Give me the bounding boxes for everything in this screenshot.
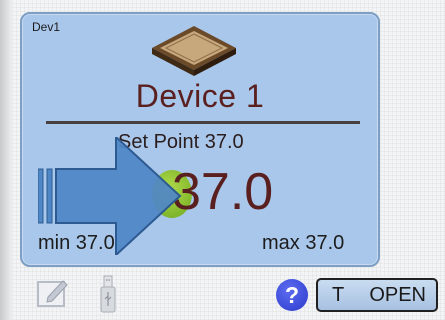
edit-icon[interactable] — [36, 278, 70, 308]
open-button[interactable]: T OPEN — [316, 278, 438, 312]
arrow-right-icon — [38, 137, 182, 255]
device-icon — [152, 26, 236, 76]
device-id-label: Dev1 — [32, 20, 61, 34]
max-label: max 37.0 — [262, 232, 345, 254]
title-divider — [46, 121, 360, 124]
help-icon[interactable]: ? — [276, 279, 308, 311]
device-title: Device 1 — [135, 78, 265, 114]
open-button-label: OPEN — [369, 283, 426, 306]
current-value: 37.0 — [172, 163, 274, 221]
usb-icon[interactable] — [100, 275, 116, 313]
screen-bezel — [0, 0, 12, 320]
device-screen: Dev1 Device 1 Set Point 37.0 37.0 min 37… — [0, 0, 445, 320]
open-button-prefix: T — [332, 283, 345, 306]
